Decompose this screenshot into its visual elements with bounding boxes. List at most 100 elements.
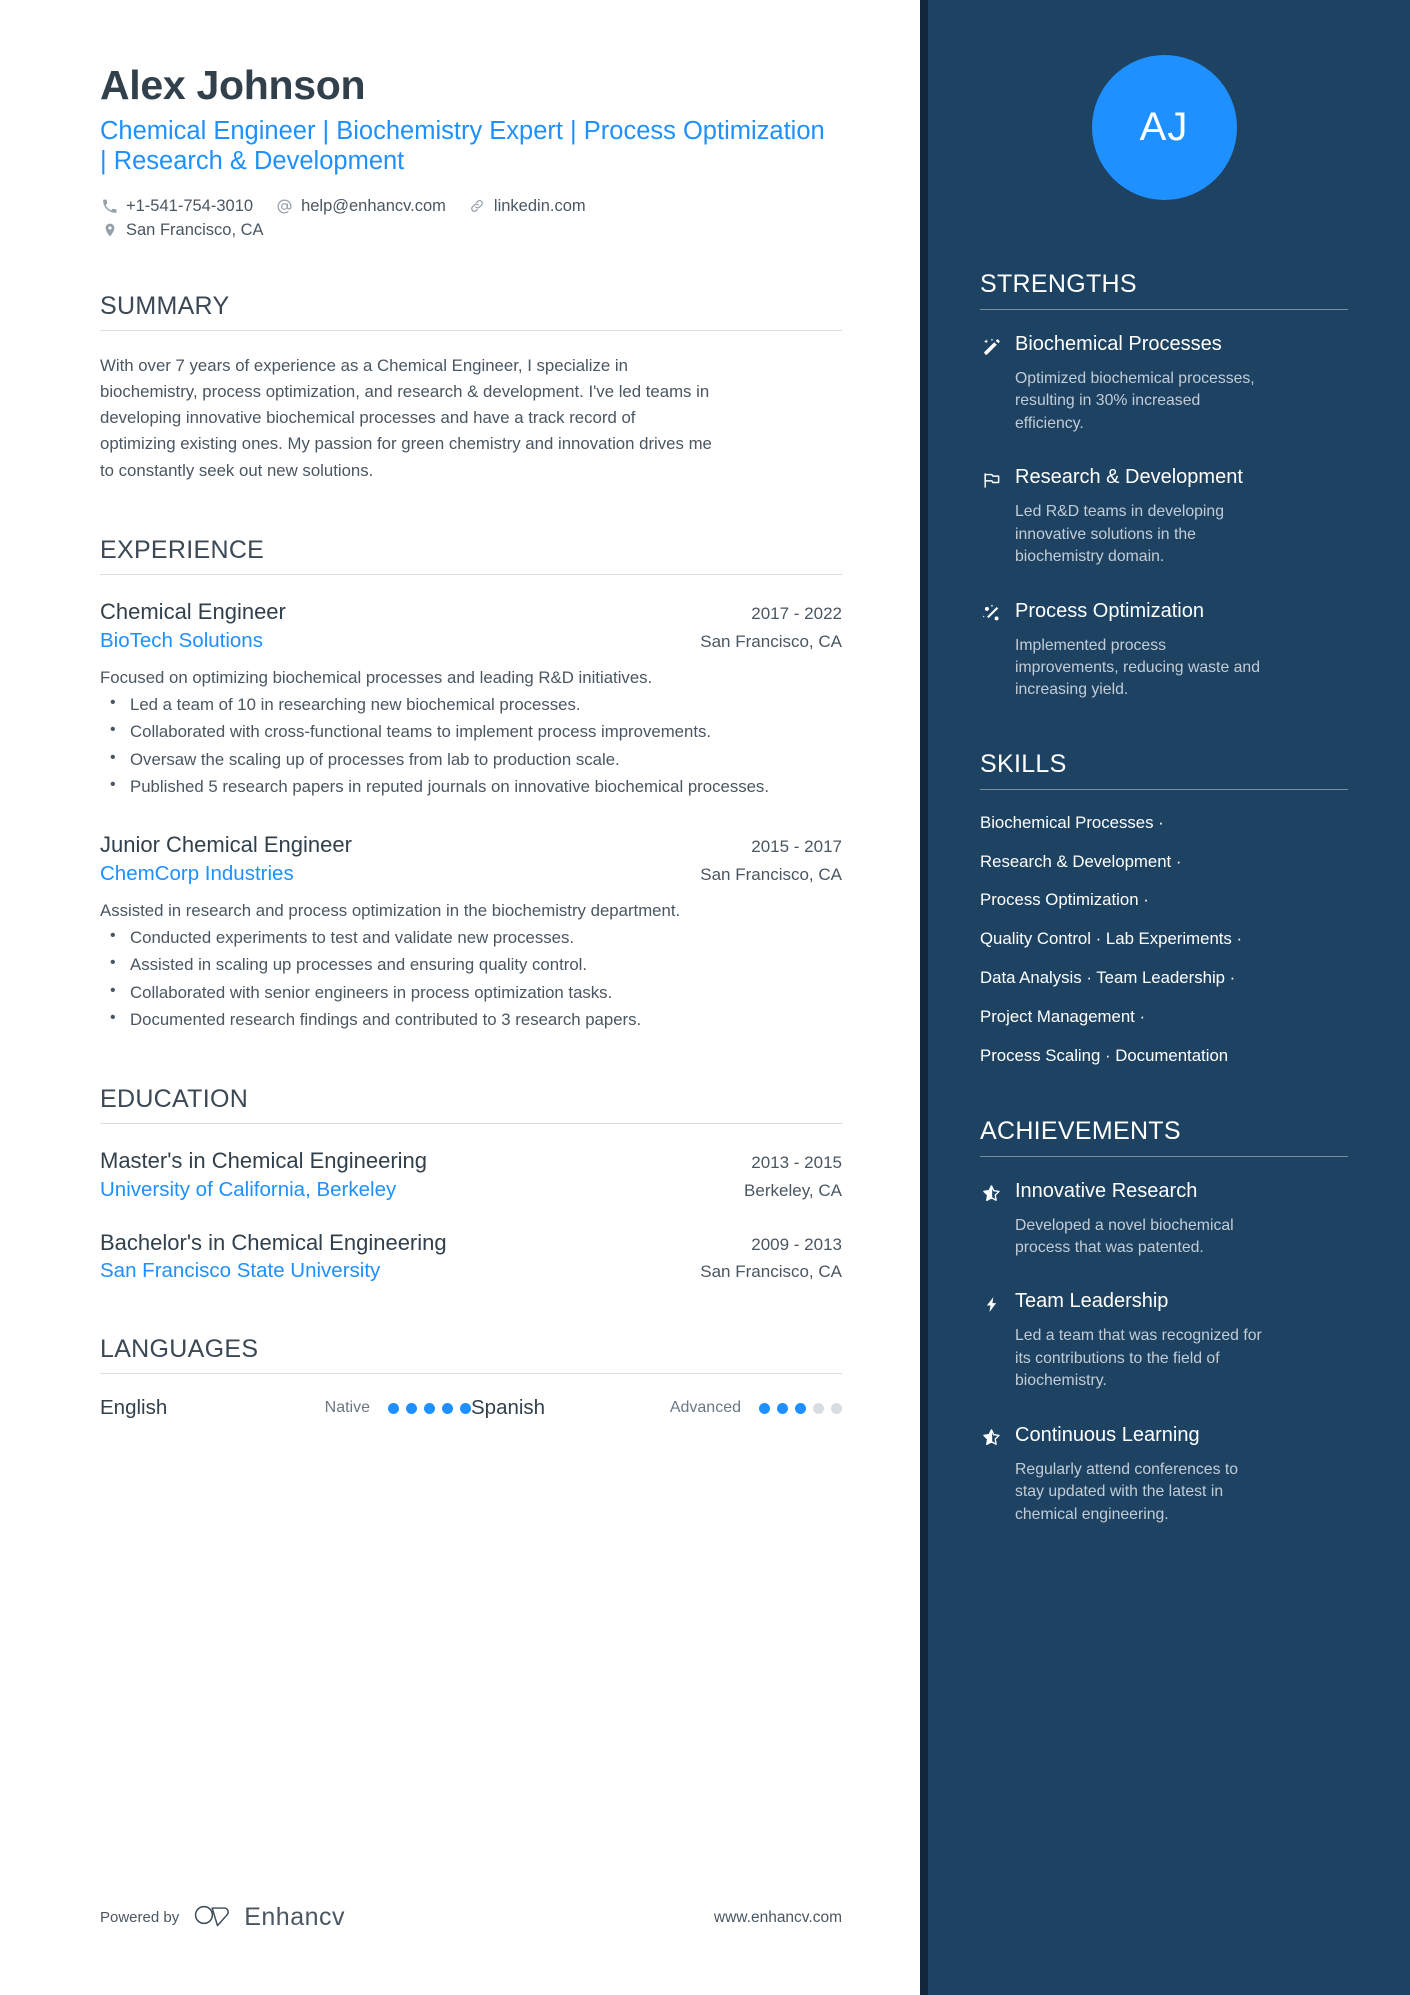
phone-icon <box>100 197 119 216</box>
job-location: San Francisco, CA <box>700 631 842 651</box>
contact-location: San Francisco, CA <box>100 221 264 240</box>
job-bullet: Led a team of 10 in researching new bioc… <box>100 691 842 718</box>
job-bullet: Documented research findings and contrib… <box>100 1006 842 1033</box>
rating-dot <box>424 1402 435 1414</box>
strength-name: Research & Development <box>1015 466 1243 489</box>
powered-by-block: Powered by Enhancv <box>100 1902 345 1933</box>
footer: Powered by Enhancv www.enhancv.com <box>100 1902 842 1933</box>
education-entry: Master's in Chemical Engineering 2013 - … <box>100 1146 842 1202</box>
skill-line: Process Optimization · <box>980 890 1149 910</box>
language-level: Advanced <box>669 1399 741 1417</box>
languages-row: English Native Spanish Advanced <box>100 1396 842 1420</box>
section-achievements: ACHIEVEMENTS Innovative Research Develop… <box>980 1117 1348 1526</box>
rating-dot <box>388 1402 399 1414</box>
experience-divider <box>100 573 842 575</box>
contact-location-text: San Francisco, CA <box>126 220 264 239</box>
language-name: English <box>100 1396 168 1420</box>
company-name[interactable]: ChemCorp Industries <box>100 862 294 886</box>
job-bullet: Oversaw the scaling up of processes from… <box>100 746 842 773</box>
contact-email[interactable]: help@enhancv.com <box>275 197 446 216</box>
contact-phone[interactable]: +1-541-754-3010 <box>100 197 253 216</box>
job-bullet: Published 5 research papers in reputed j… <box>100 773 842 800</box>
strengths-heading: STRENGTHS <box>980 270 1137 298</box>
lightning-bolt-icon <box>980 1292 1002 1316</box>
contact-phone-text: +1-541-754-3010 <box>126 196 254 215</box>
summary-divider <box>100 329 842 331</box>
flag-icon <box>980 468 1002 492</box>
job-bullet: Conducted experiments to test and valida… <box>100 924 842 951</box>
summary-text: With over 7 years of experience as a Che… <box>100 355 712 480</box>
star-icon <box>980 1182 1002 1206</box>
experience-entry-header: Junior Chemical Engineer 2015 - 2017 <box>100 830 842 860</box>
summary-heading: SUMMARY <box>100 291 230 320</box>
languages-divider <box>100 1373 842 1375</box>
strengths-divider <box>980 309 1348 310</box>
sparkle-percent-icon <box>980 602 1002 626</box>
education-entry-subheader: San Francisco State University San Franc… <box>100 1259 842 1283</box>
rating-dot <box>813 1402 824 1414</box>
section-education: EDUCATION Master's in Chemical Engineeri… <box>100 1085 842 1283</box>
strength-description: Led R&D teams in developing innovative s… <box>1015 503 1224 566</box>
experience-entry: Chemical Engineer 2017 - 2022 BioTech So… <box>100 597 842 800</box>
school-location: San Francisco, CA <box>700 1262 842 1282</box>
job-description: Assisted in research and process optimiz… <box>100 900 681 920</box>
language-rating-dots <box>759 1402 842 1414</box>
job-dates: 2017 - 2022 <box>751 603 842 623</box>
achievement-name: Innovative Research <box>1015 1179 1198 1202</box>
achievement-body: Team Leadership <box>1015 1289 1348 1319</box>
rating-dot <box>831 1402 842 1414</box>
skill-line: Research & Development · <box>980 851 1182 871</box>
languages-heading: LANGUAGES <box>100 1335 259 1364</box>
skills-divider <box>980 788 1348 790</box>
language-item: Spanish Advanced <box>471 1396 842 1420</box>
strength-item: Research & Development <box>980 465 1348 495</box>
language-item: English Native <box>100 1396 471 1420</box>
strength-name: Biochemical Processes <box>1015 333 1222 355</box>
job-description: Focused on optimizing biochemical proces… <box>100 667 653 687</box>
job-bullet: Assisted in scaling up processes and ens… <box>100 951 842 978</box>
strength-item: Process Optimization <box>980 599 1348 629</box>
job-bullet: Collaborated with senior engineers in pr… <box>100 979 842 1006</box>
website-url: www.enhancv.com <box>713 1908 842 1926</box>
skill-line: Process Scaling · Documentation <box>980 1045 1229 1065</box>
education-entry-subheader: University of California, Berkeley Berke… <box>100 1178 842 1202</box>
rating-dot <box>460 1402 471 1414</box>
job-bullet: Collaborated with cross-functional teams… <box>100 718 842 745</box>
company-name[interactable]: BioTech Solutions <box>100 629 263 653</box>
education-entry-header: Master's in Chemical Engineering 2013 - … <box>100 1146 842 1176</box>
strength-body: Process Optimization <box>1015 599 1348 629</box>
resume-page: Alex Johnson Chemical Engineer | Biochem… <box>0 0 1410 1995</box>
magic-wand-icon <box>980 335 1002 359</box>
section-strengths: STRENGTHS Biochemical Processes Optimize… <box>980 270 1348 702</box>
school-name[interactable]: San Francisco State University <box>100 1259 380 1283</box>
degree-title: Master's in Chemical Engineering <box>100 1147 428 1173</box>
achievement-description: Led a team that was recognized for its c… <box>1015 1327 1262 1390</box>
resume-main-column: Alex Johnson Chemical Engineer | Biochem… <box>0 0 920 1995</box>
school-location: Berkeley, CA <box>744 1180 842 1200</box>
candidate-headline: Chemical Engineer | Biochemistry Expert … <box>100 117 825 175</box>
achievement-item: Team Leadership <box>980 1289 1348 1319</box>
rating-dot <box>759 1402 770 1414</box>
skill-line: Biochemical Processes · <box>980 812 1164 832</box>
contact-linkedin[interactable]: linkedin.com <box>468 197 586 216</box>
rating-dot <box>795 1402 806 1414</box>
achievement-body: Continuous Learning <box>1015 1423 1348 1453</box>
achievement-name: Continuous Learning <box>1015 1423 1200 1446</box>
skill-line: Data Analysis · Team Leadership · <box>980 968 1236 988</box>
achievements-divider <box>980 1155 1348 1157</box>
education-entry: Bachelor's in Chemical Engineering 2009 … <box>100 1228 842 1284</box>
rating-dot <box>777 1402 788 1414</box>
strength-description: Implemented process improvements, reduci… <box>1015 636 1260 699</box>
language-name: Spanish <box>471 1396 546 1420</box>
language-rating-dots <box>388 1402 471 1414</box>
achievement-body: Innovative Research <box>1015 1179 1348 1209</box>
enhancv-brandmark: Enhancv <box>193 1902 345 1933</box>
school-name[interactable]: University of California, Berkeley <box>100 1178 396 1202</box>
degree-dates: 2009 - 2013 <box>751 1234 842 1254</box>
experience-entry-subheader: ChemCorp Industries San Francisco, CA <box>100 862 842 886</box>
experience-entry: Junior Chemical Engineer 2015 - 2017 Che… <box>100 830 842 1033</box>
avatar-container: AJ <box>980 0 1348 270</box>
education-heading: EDUCATION <box>100 1084 249 1113</box>
star-icon <box>980 1426 1002 1450</box>
section-summary: SUMMARY With over 7 years of experience … <box>100 292 842 484</box>
